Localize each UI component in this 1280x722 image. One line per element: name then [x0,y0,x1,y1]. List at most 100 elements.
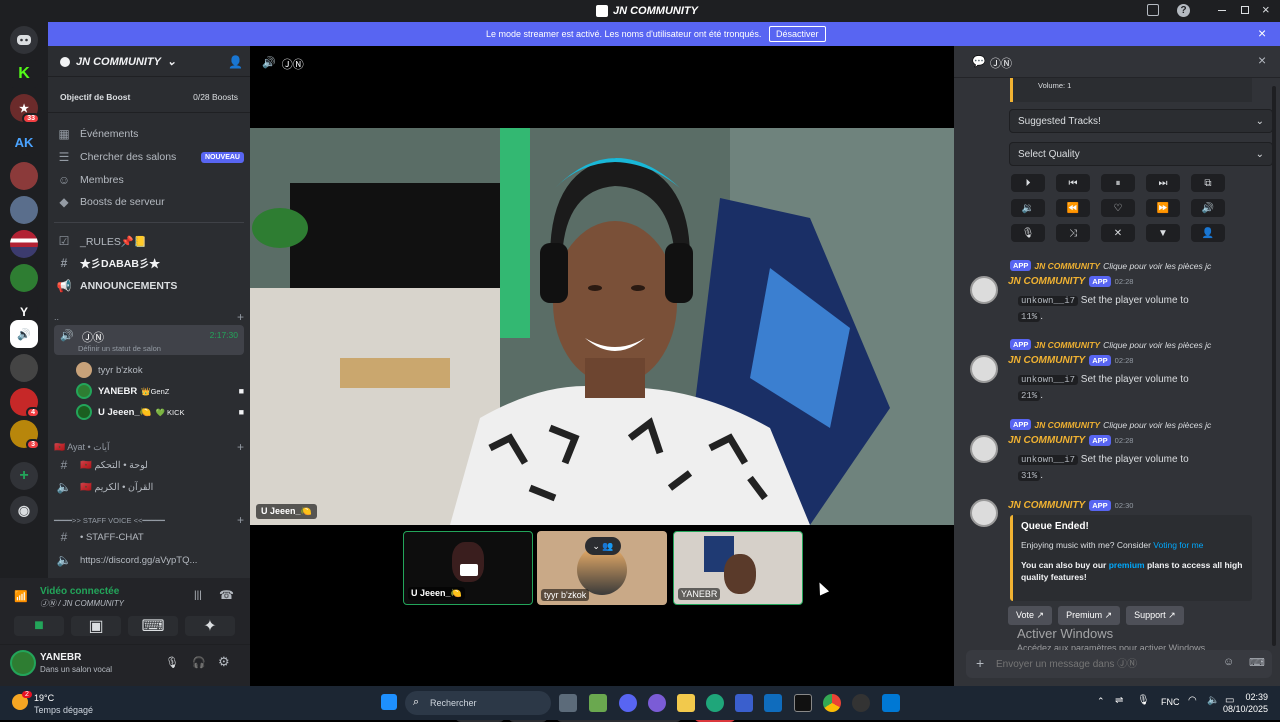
category-staff-voice[interactable]: ━━━━>> STAFF VOICE <<━━━━━ + [54,513,244,527]
ak-server-icon[interactable]: AK [10,128,38,156]
message-input[interactable] [996,654,1216,674]
support-button[interactable]: Support ↗ [1126,606,1184,625]
vote-link[interactable]: Voting for me [1153,540,1203,550]
file-explorer-icon[interactable] [677,694,695,712]
add-attachment-icon[interactable]: + [976,655,984,671]
participant-tile[interactable]: YANEBR [673,531,803,605]
quality-select[interactable]: Select Quality ⌄ [1009,142,1273,166]
previous-icon[interactable]: ⏮ [1056,174,1090,192]
soundboard-button[interactable]: ✦ [185,616,235,636]
app-icon[interactable] [589,694,607,712]
reply-reference[interactable]: APP JN COMMUNITY Clique pour voir les pièc… [1010,260,1211,271]
microphone-icon[interactable]: 🎙 [1011,224,1045,242]
server-wolf-icon[interactable] [10,354,38,382]
noise-suppression-icon[interactable]: ||| [194,590,202,601]
tiktok-icon[interactable] [794,694,812,712]
stop-icon[interactable]: ✕ [1101,224,1135,242]
add-channel-icon[interactable]: + [237,513,244,527]
channel-dabab[interactable]: # ★彡DABAB彡★ [56,253,244,273]
server-avatar-4-icon[interactable]: 4 [10,388,40,418]
disable-streamer-button[interactable]: Désactiver [769,26,826,42]
channel-status-setter[interactable]: Définir un statut de salon [78,344,161,353]
reply-reference[interactable]: APP JN COMMUNITY Clique pour voir les pièc… [1010,339,1211,350]
volume-down-icon[interactable]: 🔉 [1011,199,1045,217]
server-avatar-3-icon[interactable] [10,264,38,292]
channel-quran[interactable]: 🔈 🇲🇦 القرآن • الكريم [56,477,244,497]
edge-icon[interactable] [706,694,724,712]
store-icon[interactable] [735,694,753,712]
main-video-feed[interactable]: U Jeeen_🍋 [250,128,954,525]
heart-icon[interactable]: ♡ [1101,199,1135,217]
kick-server-icon[interactable]: K [10,60,38,88]
volume-up-icon[interactable]: 🔊 [1191,199,1225,217]
screen-share-button[interactable]: ▣ [71,616,121,636]
copilot-icon[interactable] [648,694,666,712]
wifi-icon[interactable]: ◠ [1188,695,1197,706]
play-icon[interactable]: ⏵ [1011,174,1045,192]
add-channel-icon[interactable]: + [237,310,244,324]
language-indicator[interactable]: FNC [1161,697,1180,707]
add-server-icon[interactable]: + [10,462,38,490]
clock-time[interactable]: 02:39 [1220,692,1268,702]
next-icon[interactable]: ⏭ [1146,174,1180,192]
user-settings-icon[interactable]: 👤 [1191,224,1225,242]
help-icon[interactable]: ? [1177,4,1190,17]
maximize-icon[interactable] [1241,6,1249,14]
discord-home-icon[interactable] [10,26,38,54]
close-chat-icon[interactable]: × [1258,52,1266,68]
menu-events[interactable]: ▦ Événements [56,124,244,144]
discord-taskbar-icon[interactable] [619,694,637,712]
invite-icon[interactable]: 👤 [228,55,243,69]
fast-forward-icon[interactable]: ⏩ [1146,199,1180,217]
microphone-icon[interactable]: 🎙 [1137,695,1150,706]
menu-server-boosts[interactable]: ◆ Boosts de serveur [56,192,244,212]
network-icon[interactable]: ⇌ [1115,695,1123,706]
pause-icon[interactable]: ⏸ [1101,174,1135,192]
apps-icon[interactable]: ⌨ [1249,656,1265,669]
windows-start-icon[interactable] [381,694,397,710]
avatar[interactable] [970,276,998,304]
task-view-icon[interactable] [559,694,577,712]
avatar[interactable] [10,650,36,676]
category-ayat[interactable]: 🇲🇦 Ayat • آيات + [54,440,244,454]
channel-invite-link[interactable]: 🔈 https://discord.gg/aVypTQ... [56,550,244,570]
channel-rules[interactable]: ☑ _RULES📌📒 [56,231,244,251]
camera-toggle-button[interactable]: ■ [14,616,64,636]
server-flag-icon[interactable] [10,230,38,258]
activities-button[interactable]: ⌨ [128,616,178,636]
voice-channel-selected[interactable]: 🔊 ⒿⓃ 2:17:30 Définir un statut de salon [54,325,244,355]
app-icon[interactable] [882,694,900,712]
inbox-icon[interactable] [1147,4,1159,16]
shuffle-icon[interactable]: ⤨ [1056,224,1090,242]
chrome-icon[interactable] [823,694,841,712]
vote-button[interactable]: Vote ↗ [1008,606,1053,625]
settings-gear-icon[interactable]: ⚙ [218,654,230,670]
voice-user[interactable]: YANEBR 👑GenZ ■ [76,381,244,401]
premium-button[interactable]: Premium ↗ [1058,606,1121,625]
avatar[interactable] [970,499,998,527]
server-star-icon[interactable]: ★ 33 [10,94,40,124]
boost-goal-bar[interactable]: Objectif de Boost 0/28 Boosts [54,86,244,108]
user-actions-icon[interactable]: ⌄ 👥 [585,537,621,555]
suggested-tracks-select[interactable]: Suggested Tracks! ⌄ [1009,109,1273,133]
microphone-icon[interactable]: 🎙 [165,656,179,669]
minimize-icon[interactable] [1218,10,1226,11]
close-banner-icon[interactable]: × [1258,25,1266,41]
chat-scrollbar[interactable] [1272,86,1276,646]
rewind-icon[interactable]: ⏪ [1056,199,1090,217]
voice-user[interactable]: tyyr b'zkok [76,360,244,380]
category-header[interactable]: .. + [54,310,244,324]
filter-icon[interactable]: ▼ [1146,224,1180,242]
server-avatar-1-icon[interactable] [10,162,38,190]
connection-status[interactable]: Vidéo connectée [40,586,119,597]
participant-tile[interactable]: U Jeeen_🍋 [403,531,533,605]
outlook-icon[interactable] [764,694,782,712]
voice-user[interactable]: U Jeeen_🍋 💚 KICK ■ [76,402,244,422]
server-avatar-5-icon[interactable]: 3 [10,420,40,450]
close-window-icon[interactable]: × [1262,2,1270,17]
reply-reference[interactable]: APP JN COMMUNITY Clique pour voir les pièc… [1010,419,1211,430]
chevron-up-icon[interactable]: ⌃ [1097,696,1105,707]
clock-date[interactable]: 08/10/2025 [1200,704,1268,714]
avatar[interactable] [970,435,998,463]
emoji-icon[interactable]: ☺ [1223,656,1234,668]
